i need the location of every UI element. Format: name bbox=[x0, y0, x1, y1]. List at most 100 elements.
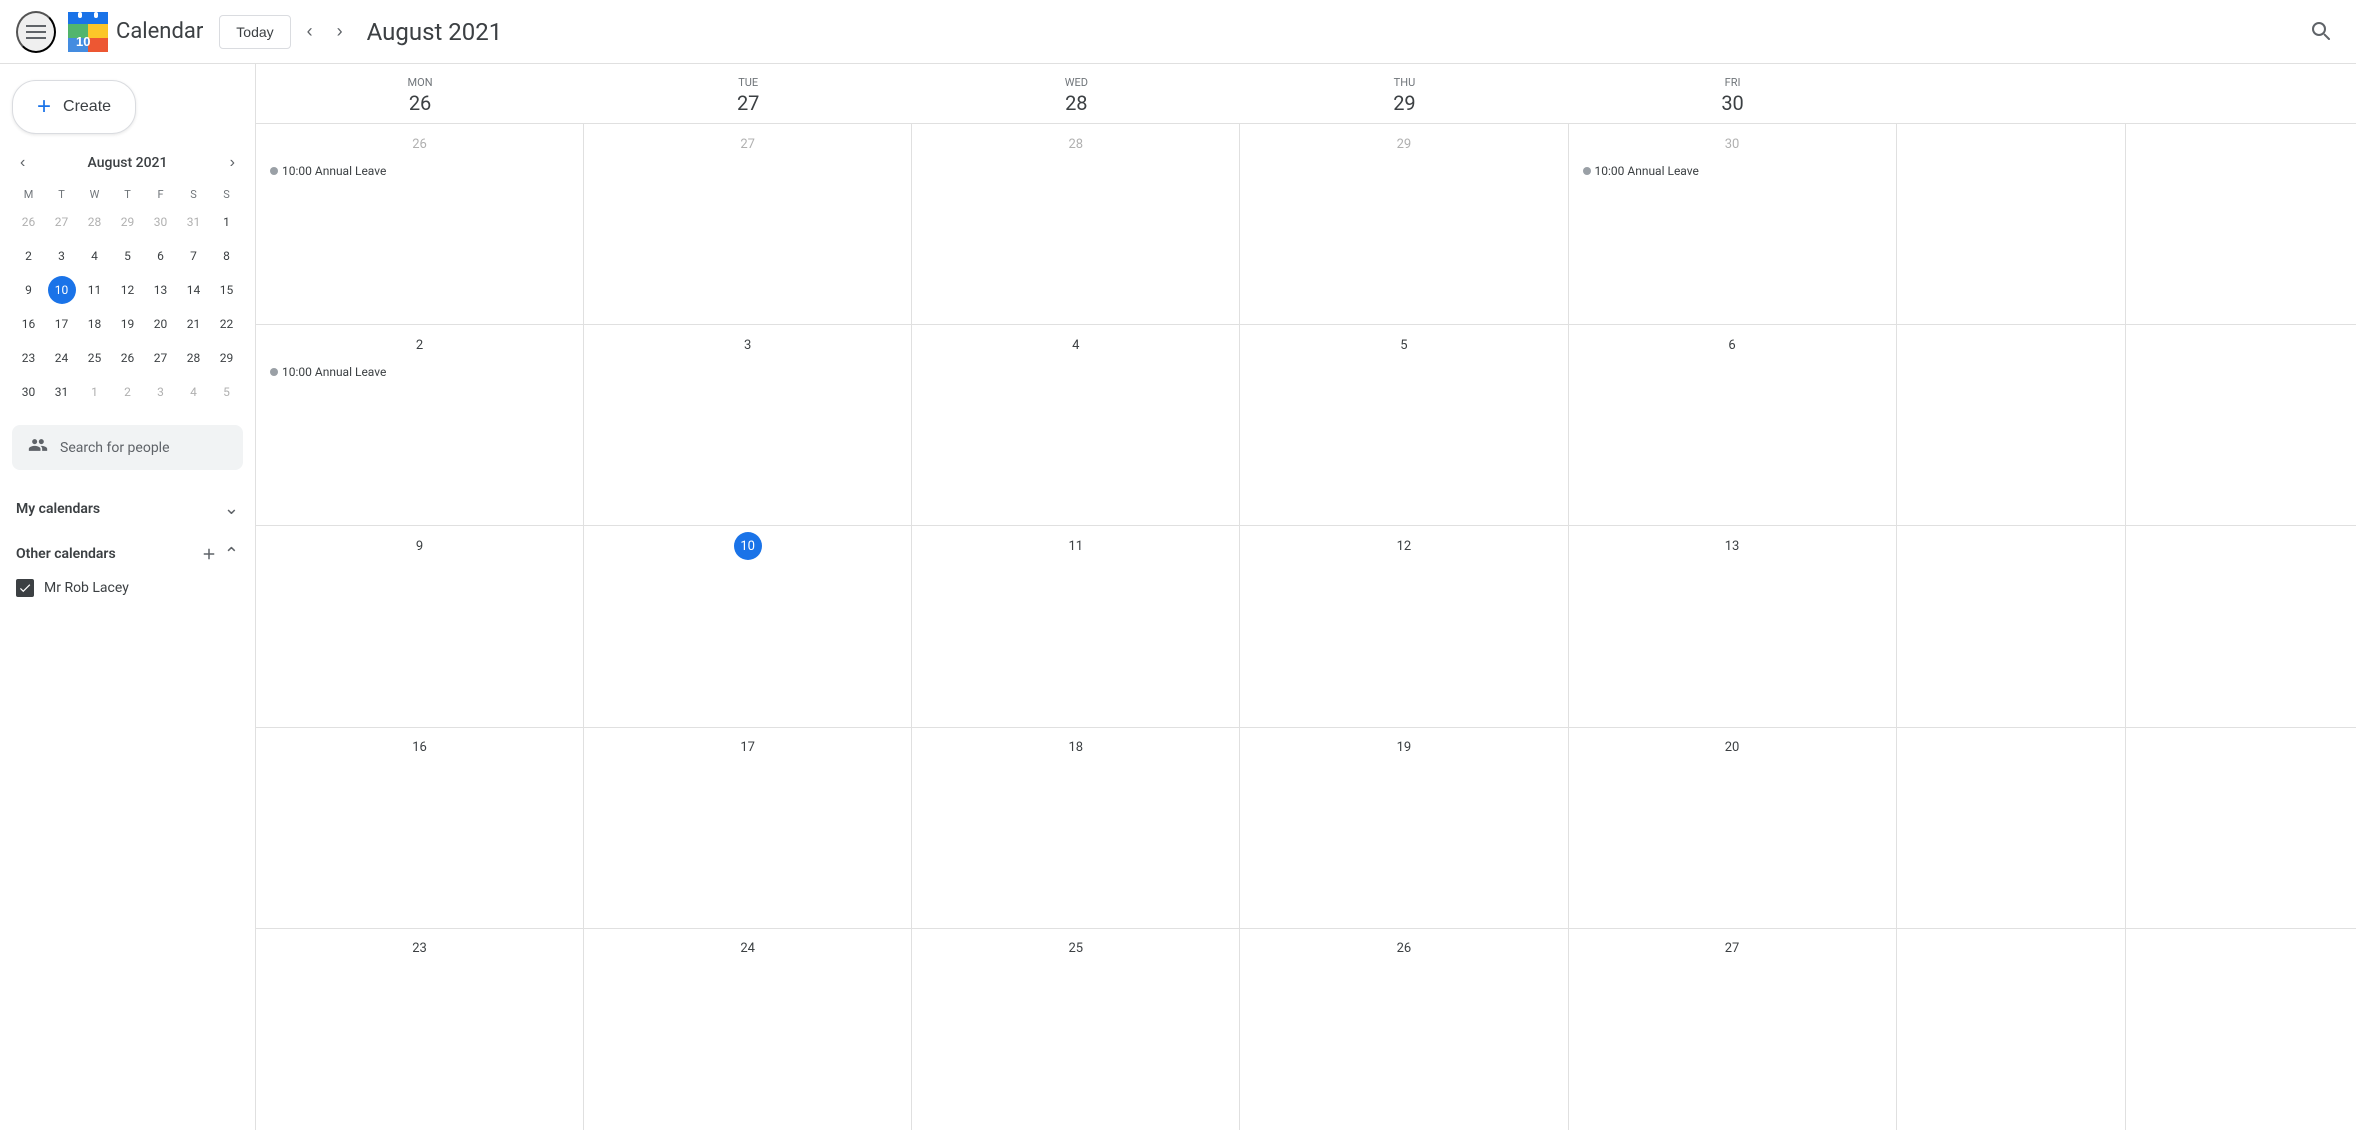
mini-cal-prev[interactable]: ‹ bbox=[16, 150, 29, 176]
mini-cal-cell[interactable]: 27 bbox=[144, 341, 177, 375]
mini-cal-cell[interactable]: 6 bbox=[144, 239, 177, 273]
add-other-calendar-button[interactable] bbox=[198, 543, 220, 565]
event-chip[interactable]: 10:00 Annual Leave bbox=[264, 162, 575, 180]
cal-cell[interactable]: 13 bbox=[1569, 526, 1897, 726]
mini-cal-cell[interactable]: 19 bbox=[111, 307, 144, 341]
cal-cell[interactable]: 17 bbox=[584, 728, 912, 928]
cal-cell[interactable]: 24 bbox=[584, 929, 912, 1130]
cal-cell[interactable]: 16 bbox=[256, 728, 584, 928]
mini-cal-cell[interactable]: 12 bbox=[111, 273, 144, 307]
cal-cell[interactable] bbox=[1897, 728, 2127, 928]
mini-cal-cell[interactable]: 5 bbox=[111, 239, 144, 273]
search-button[interactable] bbox=[2300, 10, 2340, 53]
cell-date[interactable]: 18 bbox=[1062, 734, 1090, 762]
mini-cal-cell[interactable]: 1 bbox=[210, 205, 243, 239]
my-calendars-header[interactable]: My calendars ⌄ bbox=[12, 490, 243, 527]
cal-cell[interactable]: 30 10:00 Annual Leave bbox=[1569, 124, 1897, 324]
mini-cal-cell[interactable]: 28 bbox=[78, 205, 111, 239]
cell-date[interactable]: 29 bbox=[1390, 130, 1418, 158]
other-calendar-item-rob-lacey[interactable]: Mr Rob Lacey bbox=[12, 573, 243, 603]
mini-cal-cell[interactable]: 4 bbox=[78, 239, 111, 273]
mini-cal-cell[interactable]: 5 bbox=[210, 375, 243, 409]
cal-cell[interactable] bbox=[2126, 728, 2356, 928]
prev-month-button[interactable]: ‹ bbox=[299, 13, 321, 50]
event-chip[interactable]: 10:00 Annual Leave bbox=[264, 363, 575, 381]
next-month-button[interactable]: › bbox=[329, 13, 351, 50]
cell-date[interactable]: 24 bbox=[734, 935, 762, 963]
cell-date[interactable]: 16 bbox=[406, 734, 434, 762]
cal-cell[interactable]: 18 bbox=[912, 728, 1240, 928]
cell-date[interactable]: 4 bbox=[1062, 331, 1090, 359]
cell-date[interactable]: 26 bbox=[1390, 935, 1418, 963]
cal-cell[interactable]: 2 10:00 Annual Leave bbox=[256, 325, 584, 525]
cell-date[interactable]: 10 bbox=[734, 532, 762, 560]
mini-cal-cell[interactable]: 7 bbox=[177, 239, 210, 273]
cal-cell[interactable]: 20 bbox=[1569, 728, 1897, 928]
cell-date[interactable]: 5 bbox=[1390, 331, 1418, 359]
cal-cell[interactable]: 9 bbox=[256, 526, 584, 726]
cal-cell[interactable]: 26 bbox=[1240, 929, 1568, 1130]
mini-cal-cell[interactable]: 29 bbox=[111, 205, 144, 239]
mini-cal-cell[interactable]: 31 bbox=[177, 205, 210, 239]
mini-cal-cell[interactable]: 26 bbox=[12, 205, 45, 239]
mini-cal-next[interactable]: › bbox=[226, 150, 239, 176]
mini-cal-cell[interactable]: 26 bbox=[111, 341, 144, 375]
cal-cell[interactable]: 26 10:00 Annual Leave bbox=[256, 124, 584, 324]
mini-cal-cell[interactable]: 2 bbox=[111, 375, 144, 409]
today-button[interactable]: Today bbox=[219, 15, 290, 49]
cal-cell[interactable]: 19 bbox=[1240, 728, 1568, 928]
cal-cell[interactable] bbox=[2126, 526, 2356, 726]
menu-icon-button[interactable] bbox=[16, 11, 56, 53]
cal-cell[interactable]: 29 bbox=[1240, 124, 1568, 324]
mini-cal-cell[interactable]: 18 bbox=[78, 307, 111, 341]
mini-cal-cell[interactable]: 11 bbox=[78, 273, 111, 307]
cell-date[interactable]: 26 bbox=[406, 130, 434, 158]
mini-cal-cell[interactable]: 4 bbox=[177, 375, 210, 409]
cell-date[interactable]: 11 bbox=[1062, 532, 1090, 560]
create-button[interactable]: + Create bbox=[12, 80, 136, 134]
cell-date[interactable]: 27 bbox=[734, 130, 762, 158]
other-calendars-header[interactable]: Other calendars ⌃ bbox=[12, 535, 243, 573]
cal-cell[interactable] bbox=[1897, 325, 2127, 525]
mini-cal-cell[interactable]: 13 bbox=[144, 273, 177, 307]
cell-date[interactable]: 12 bbox=[1390, 532, 1418, 560]
mini-cal-cell[interactable]: 30 bbox=[12, 375, 45, 409]
cal-cell[interactable]: 25 bbox=[912, 929, 1240, 1130]
mini-cal-cell[interactable]: 29 bbox=[210, 341, 243, 375]
cal-cell[interactable] bbox=[1897, 929, 2127, 1130]
mini-cal-cell[interactable]: 21 bbox=[177, 307, 210, 341]
mini-cal-cell[interactable]: 22 bbox=[210, 307, 243, 341]
mini-cal-cell[interactable]: 9 bbox=[12, 273, 45, 307]
cell-date[interactable]: 3 bbox=[734, 331, 762, 359]
cal-cell[interactable] bbox=[2126, 124, 2356, 324]
cal-cell[interactable]: 27 bbox=[584, 124, 912, 324]
mini-cal-cell[interactable]: 31 bbox=[45, 375, 78, 409]
mini-cal-cell[interactable]: 28 bbox=[177, 341, 210, 375]
cal-cell[interactable]: 28 bbox=[912, 124, 1240, 324]
cell-date[interactable]: 30 bbox=[1718, 130, 1746, 158]
cell-date[interactable]: 25 bbox=[1062, 935, 1090, 963]
mini-cal-cell[interactable]: 24 bbox=[45, 341, 78, 375]
cell-date[interactable]: 23 bbox=[406, 935, 434, 963]
mini-cal-cell[interactable]: 23 bbox=[12, 341, 45, 375]
cell-date[interactable]: 17 bbox=[734, 734, 762, 762]
mini-cal-cell[interactable]: 16 bbox=[12, 307, 45, 341]
cell-date[interactable]: 2 bbox=[406, 331, 434, 359]
event-chip[interactable]: 10:00 Annual Leave bbox=[1577, 162, 1888, 180]
cal-cell[interactable]: 12 bbox=[1240, 526, 1568, 726]
mini-cal-cell[interactable]: 30 bbox=[144, 205, 177, 239]
mini-cal-cell[interactable]: 8 bbox=[210, 239, 243, 273]
mini-cal-cell[interactable]: 3 bbox=[144, 375, 177, 409]
cal-cell[interactable] bbox=[2126, 325, 2356, 525]
cal-cell[interactable]: 10 bbox=[584, 526, 912, 726]
mini-cal-cell[interactable]: 27 bbox=[45, 205, 78, 239]
cal-cell[interactable] bbox=[1897, 526, 2127, 726]
mini-cal-cell[interactable]: 17 bbox=[45, 307, 78, 341]
mini-cal-cell[interactable]: 10 bbox=[45, 273, 78, 307]
cell-date[interactable]: 6 bbox=[1718, 331, 1746, 359]
mini-cal-cell[interactable]: 15 bbox=[210, 273, 243, 307]
cal-cell[interactable]: 5 bbox=[1240, 325, 1568, 525]
cell-date[interactable]: 20 bbox=[1718, 734, 1746, 762]
mini-cal-cell[interactable]: 1 bbox=[78, 375, 111, 409]
search-people[interactable]: Search for people bbox=[12, 425, 243, 470]
